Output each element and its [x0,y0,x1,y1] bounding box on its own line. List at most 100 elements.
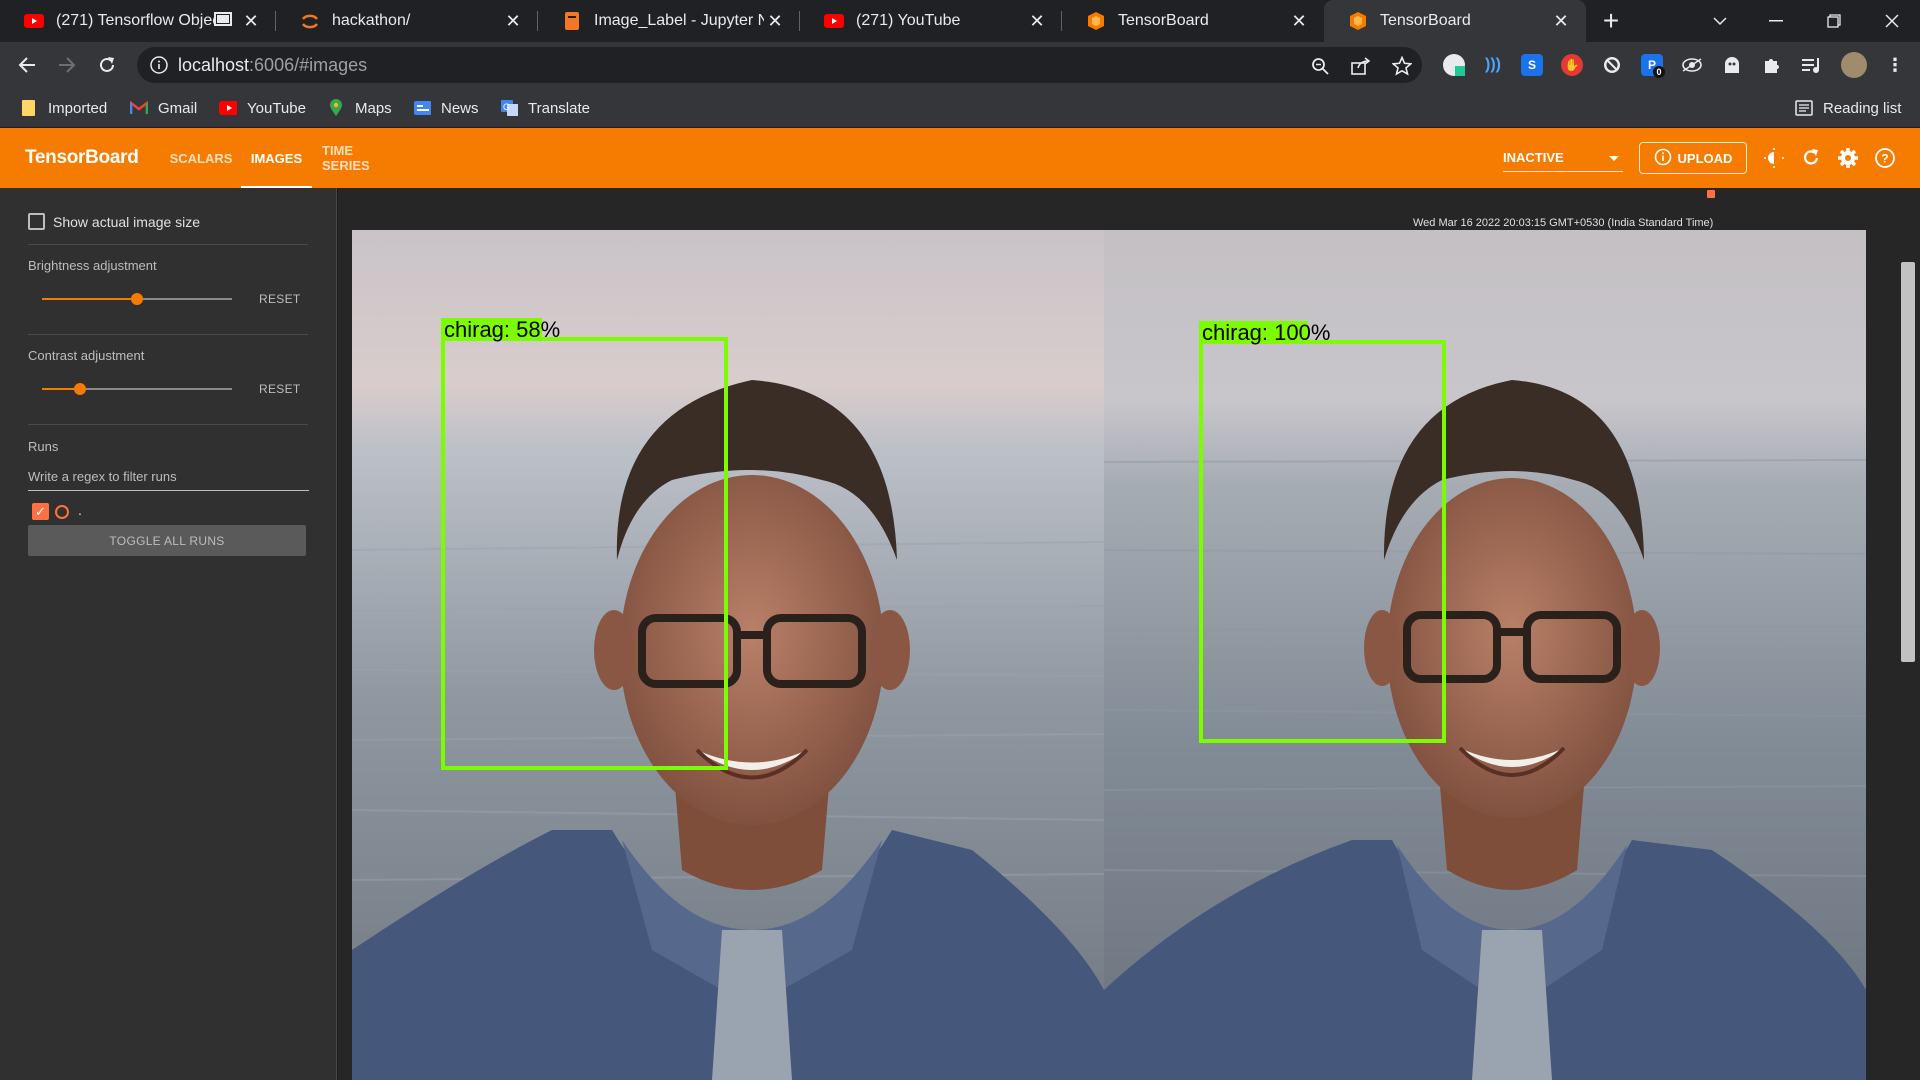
detection-label-right: chirag: 100% [1202,320,1330,345]
contrast-slider[interactable] [42,383,232,395]
brightness-reset-button[interactable]: RESET [259,292,301,306]
extension-p-icon[interactable]: P0 [1641,54,1665,78]
browser-tab-6-active[interactable]: TensorBoard ✕ [1324,0,1586,42]
url-text: localhost:6006/#images [178,55,367,76]
browser-tab-5[interactable]: TensorBoard ✕ [1062,0,1324,42]
bookmark-gmail[interactable]: Gmail [130,88,197,128]
close-tab-icon[interactable]: ✕ [1288,10,1310,32]
minimize-icon[interactable] [1748,0,1804,42]
extension-speed-icon[interactable] [1443,54,1465,76]
profile-avatar[interactable] [1841,52,1867,78]
close-tab-icon[interactable]: ✕ [764,10,786,32]
run-name: . [78,502,82,518]
upload-button[interactable]: UPLOAD [1639,142,1747,174]
detection-image: chirag: 58% chirag: 100% [351,230,1867,1080]
browser-tab-4[interactable]: (271) YouTube ✕ [800,0,1062,42]
close-tab-icon[interactable]: ✕ [240,10,262,32]
close-tab-icon[interactable]: ✕ [1026,10,1048,32]
tensorboard-icon [1348,11,1368,31]
browser-tab-strip: (271) Tensorflow Objec ✕ hackathon/ ✕ Im… [0,0,1920,42]
bookmark-label: YouTube [247,99,306,117]
detection-label-left: chirag: 58% [444,317,560,342]
tab-images[interactable]: IMAGES [241,128,312,188]
bookmark-label: Maps [355,99,392,117]
gmail-icon [130,99,148,117]
reading-list-icon [1795,99,1813,117]
contrast-reset-button[interactable]: RESET [259,382,301,396]
browser-toolbar: localhost:6006/#images ))) S ✋ P0 ⋮ [0,42,1920,88]
show-actual-size-checkbox[interactable] [28,213,45,230]
screen-icon [214,11,232,31]
help-icon[interactable]: ? [1873,146,1897,170]
bookmark-star-icon[interactable] [1391,55,1413,77]
extension-s-icon[interactable]: S [1521,54,1543,76]
settings-gear-icon[interactable] [1836,146,1860,170]
tab-title: Image_Label - Jupyter Note [594,12,764,29]
image-card[interactable]: chirag: 58% chirag: 100% [351,230,1867,1080]
jupyter-icon [300,11,320,31]
bookmark-youtube[interactable]: YouTube [219,88,306,128]
extension-block-icon[interactable] [1601,54,1623,76]
close-window-icon[interactable] [1864,0,1920,42]
media-control-icon[interactable] [1801,54,1823,76]
page-scrollbar[interactable] [1896,188,1920,1080]
close-tab-icon[interactable]: ✕ [502,10,524,32]
address-bar[interactable]: localhost:6006/#images [137,47,1422,83]
chrome-menu-icon[interactable]: ⋮ [1884,54,1906,76]
folder-icon [20,99,38,117]
step-marker[interactable] [1707,190,1715,198]
translate-icon: G [500,99,518,117]
images-sidebar: Show actual image size Brightness adjust… [0,188,337,1080]
upload-label: UPLOAD [1677,150,1733,166]
extension-badge: 0 [1653,66,1665,78]
back-icon[interactable] [12,50,42,80]
zoom-icon[interactable] [1309,55,1331,77]
youtube-icon [24,11,44,31]
bookmark-translate[interactable]: G Translate [500,88,590,128]
tab-title: (271) Tensorflow Objec [56,12,214,29]
toggle-all-runs-button[interactable]: TOGGLE ALL RUNS [28,525,306,556]
extension-wave-icon[interactable]: ))) [1482,54,1504,76]
tab-scalars[interactable]: SCALARS [170,128,233,188]
tab-time-series[interactable]: TIME SERIES [322,128,400,188]
share-icon[interactable] [1350,55,1372,77]
refresh-icon[interactable] [1799,146,1823,170]
restore-icon[interactable] [1806,0,1862,42]
forward-icon[interactable] [52,50,82,80]
reading-list-button[interactable]: Reading list [1795,88,1901,128]
plugin-status-value: INACTIVE [1503,150,1564,165]
extension-eye-icon[interactable] [1681,54,1703,76]
close-tab-icon[interactable]: ✕ [1550,10,1572,32]
tensorboard-icon [1086,11,1106,31]
maps-icon [327,99,345,117]
dark-mode-icon[interactable] [1762,146,1786,170]
bookmarks-bar: Imported Gmail YouTube Maps News G Trans… [0,88,1920,128]
images-dashboard: Wed Mar 16 2022 20:03:15 GMT+0530 (India… [338,188,1920,1080]
bookmark-maps[interactable]: Maps [327,88,392,128]
tab-search-icon[interactable] [1692,0,1748,42]
bookmark-news[interactable]: News [413,88,479,128]
run-filter-input[interactable]: Write a regex to filter runs [28,461,309,491]
browser-tab-1[interactable]: (271) Tensorflow Objec ✕ [0,0,276,42]
scrollbar-thumb[interactable] [1901,262,1915,662]
bookmark-imported[interactable]: Imported [20,88,107,128]
dropdown-arrow-icon [1609,156,1619,161]
contrast-slider-thumb[interactable] [74,383,86,395]
bookmark-label: Translate [528,99,590,117]
site-info-icon[interactable] [149,55,169,75]
reload-icon[interactable] [92,50,122,80]
new-tab-button[interactable]: + [1596,5,1626,36]
show-actual-size-toggle[interactable]: Show actual image size [28,213,200,230]
notebook-icon [562,11,582,31]
brightness-slider-thumb[interactable] [131,293,143,305]
browser-tab-3[interactable]: Image_Label - Jupyter Note ✕ [538,0,800,42]
brightness-slider[interactable] [42,293,232,305]
extensions-puzzle-icon[interactable] [1761,54,1783,76]
run-checkbox[interactable]: ✓ [32,503,49,520]
extension-ghost-icon[interactable] [1721,54,1743,76]
plugin-status-select[interactable]: INACTIVE [1503,146,1623,172]
extension-hand-icon[interactable]: ✋ [1561,54,1583,76]
contrast-label: Contrast adjustment [28,348,145,363]
browser-tab-2[interactable]: hackathon/ ✕ [276,0,538,42]
tensorboard-header: TensorBoard SCALARS IMAGES TIME SERIES I… [0,128,1920,188]
